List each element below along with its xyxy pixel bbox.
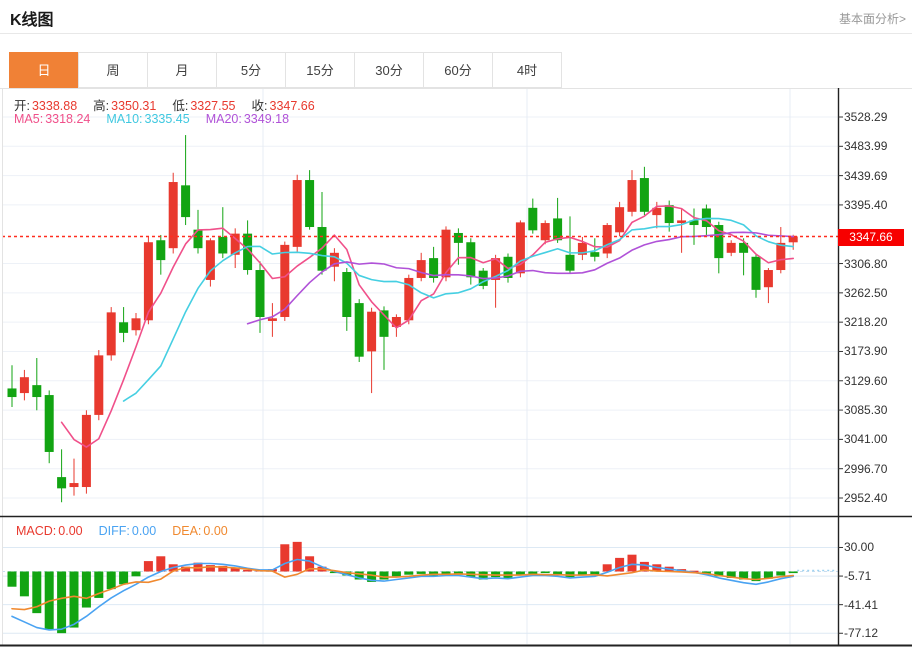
legend-label-1: MA10:: [106, 112, 143, 126]
main-chart[interactable]: [0, 88, 912, 647]
y-axis-label: -5.71: [844, 569, 872, 584]
tab-1[interactable]: 周: [78, 52, 148, 88]
y-axis-label: 3306.80: [844, 256, 888, 271]
legend-label-0: MACD:: [16, 524, 57, 538]
macd-legend: MACD: 0.00 DIFF: 0.00 DEA: 0.00: [16, 524, 244, 538]
legend-value-0: 3338.88: [31, 99, 78, 113]
y-axis-label: 3218.20: [844, 315, 888, 330]
legend-label-3: 收:: [251, 99, 268, 113]
legend-value-3: 3347.66: [269, 99, 315, 113]
tab-2[interactable]: 月: [147, 52, 217, 88]
y-axis-label: 2996.70: [844, 461, 888, 476]
tab-5[interactable]: 30分: [354, 52, 424, 88]
diff-line: [11, 558, 795, 631]
header-divider: [0, 33, 912, 34]
fundamental-analysis-link[interactable]: 基本面分析>: [839, 10, 906, 27]
y-axis-label: 3483.99: [844, 139, 888, 154]
ma-legend: MA5: 3318.24 MA10: 3335.45 MA20: 3349.18: [14, 112, 305, 126]
tab-3[interactable]: 5分: [216, 52, 286, 88]
y-axis-label: 2952.40: [844, 491, 888, 505]
legend-value-0: 0.00: [58, 524, 83, 538]
y-axis-label: 3085.30: [844, 403, 888, 418]
y-axis-label: 3173.90: [844, 344, 888, 359]
y-axis-label: 3041.00: [844, 432, 888, 447]
kline-page: K线图 基本面分析> 日周月 5分 15分 30分 60分 4时 开: 3338.88 高: 3…: [0, 0, 912, 647]
legend-value-2: 3349.18: [243, 112, 290, 126]
y-axis-label: 3439.69: [844, 168, 888, 183]
tab-4[interactable]: 15分: [285, 52, 355, 88]
legend-label-2: 低:: [172, 99, 189, 113]
macd-histogram: [7, 541, 798, 634]
y-axis-label: 3262.50: [844, 285, 888, 300]
current-price-badge: 3347.66: [838, 228, 904, 246]
legend-label-2: DEA:: [172, 524, 202, 538]
legend-value-1: 0.00: [131, 524, 157, 538]
legend-label-0: 开:: [14, 99, 30, 113]
tab-7[interactable]: 4时: [492, 52, 562, 88]
interval-tabs: 日周月 5分 15分 30分 60分 4时: [9, 52, 562, 88]
legend-value-1: 3350.31: [111, 99, 157, 113]
y-axis-label: 3528.29: [844, 110, 888, 124]
legend-label-2: MA20:: [205, 112, 242, 126]
legend-label-1: DIFF:: [98, 524, 130, 538]
candlestick-series: [7, 135, 798, 503]
tab-6[interactable]: 60分: [423, 52, 493, 88]
legend-label-1: 高:: [93, 99, 110, 113]
y-axis-label: 30.00: [844, 540, 875, 555]
legend-label-0: MA5:: [14, 112, 44, 126]
y-axis-label: 3129.60: [844, 373, 888, 388]
y-axis-label: -41.41: [844, 597, 879, 612]
y-axis-label: -77.12: [844, 626, 879, 641]
tab-0[interactable]: 日: [9, 52, 79, 88]
legend-value-2: 0.00: [203, 524, 228, 538]
legend-value-2: 3327.55: [190, 99, 236, 113]
legend-value-0: 3318.24: [45, 112, 91, 126]
legend-value-1: 3335.45: [144, 112, 190, 126]
page-title: K线图: [10, 12, 54, 29]
y-axis-label: 3395.40: [844, 197, 888, 212]
